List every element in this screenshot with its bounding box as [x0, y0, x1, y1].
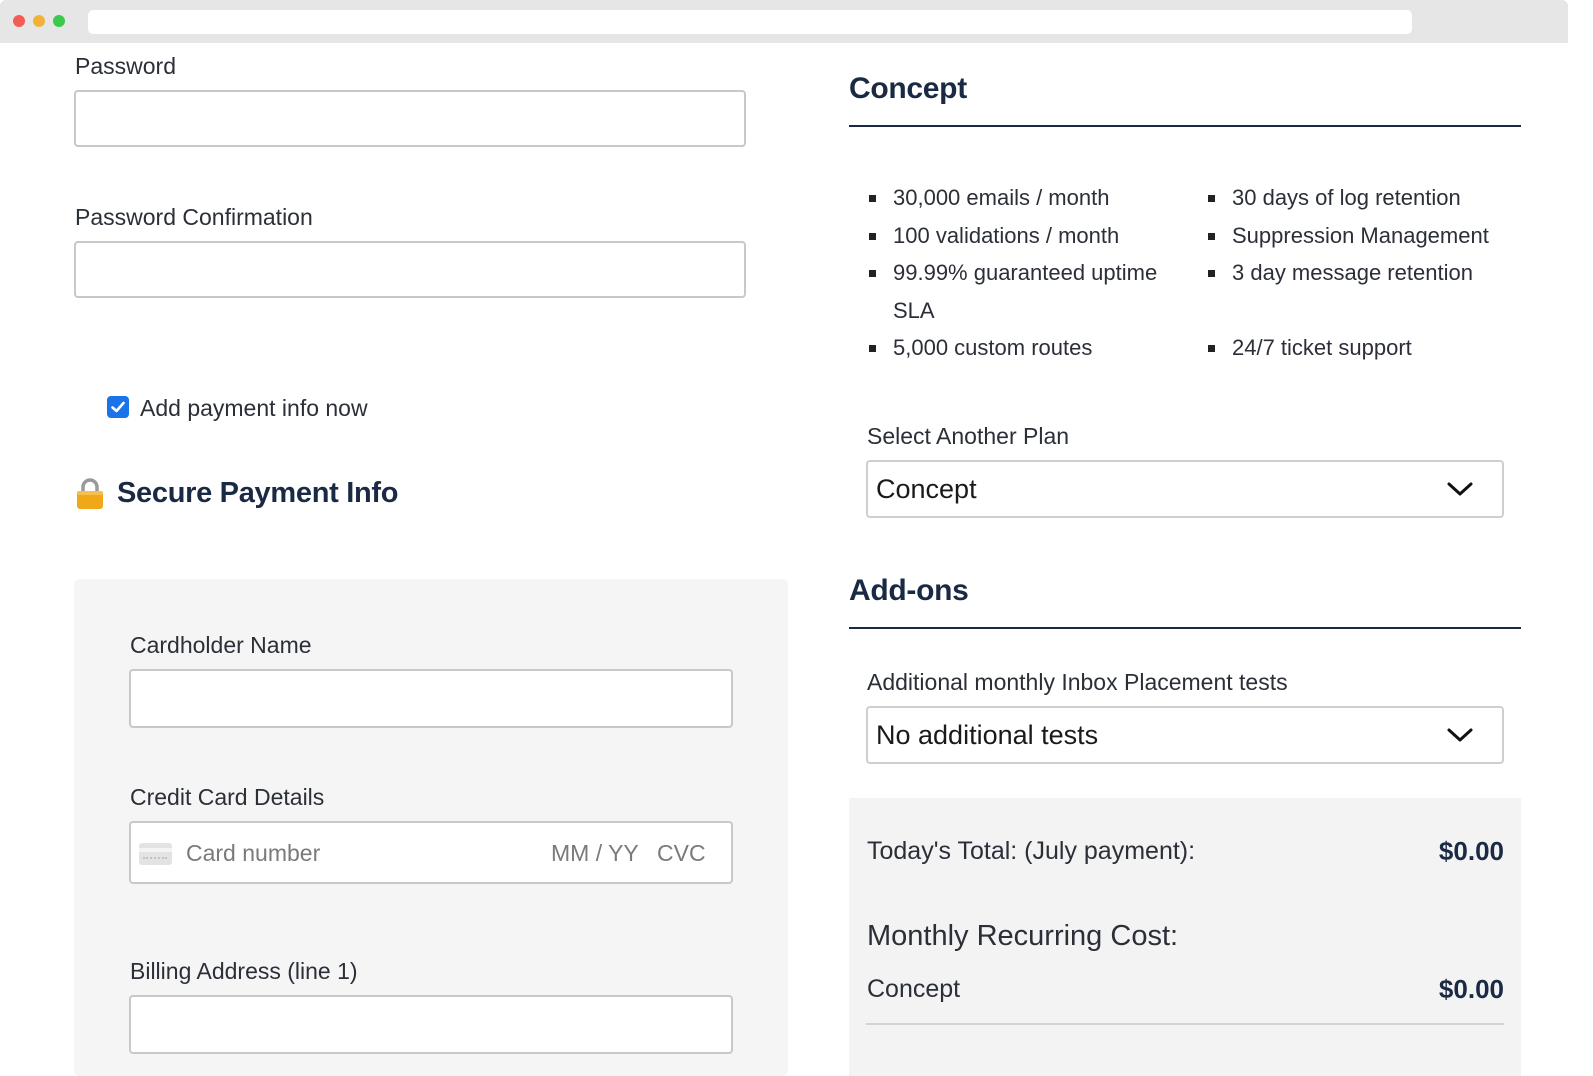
- feature-item: 30 days of log retention: [1208, 179, 1538, 217]
- addons-divider: [849, 627, 1521, 629]
- billing-address-input[interactable]: [129, 995, 733, 1054]
- credit-card-details-label: Credit Card Details: [130, 784, 325, 810]
- credit-card-icon: [139, 843, 172, 865]
- todays-total-amount: $0.00: [1438, 836, 1504, 866]
- checkmark-icon: [111, 401, 125, 413]
- plan-features-left: 30,000 emails / month 100 validations / …: [869, 179, 1179, 367]
- plan-title: Concept: [849, 72, 967, 105]
- feature-item: 3 day message retention: [1208, 254, 1538, 292]
- address-bar[interactable]: [88, 10, 1412, 34]
- close-window-button[interactable]: [13, 15, 25, 27]
- password-confirmation-label: Password Confirmation: [75, 204, 313, 230]
- monthly-recurring-label: Monthly Recurring Cost:: [867, 920, 1179, 952]
- secure-payment-title: Secure Payment Info: [117, 477, 399, 509]
- feature-item: 5,000 custom routes: [869, 329, 1179, 367]
- recurring-plan-name: Concept: [867, 975, 961, 1003]
- plan-select-value: Concept: [876, 474, 977, 504]
- todays-total-label: Today's Total: (July payment):: [867, 837, 1196, 865]
- billing-address-label: Billing Address (line 1): [130, 958, 358, 984]
- add-payment-checkbox[interactable]: [107, 396, 129, 418]
- feature-item: 24/7 ticket support: [1208, 329, 1538, 367]
- chevron-down-icon: [1447, 482, 1473, 496]
- add-payment-label[interactable]: Add payment info now: [140, 395, 368, 422]
- summary-divider: [866, 1023, 1504, 1025]
- maximize-window-button[interactable]: [53, 15, 65, 27]
- credit-card-input[interactable]: Card number MM / YY CVC: [129, 821, 733, 884]
- feature-item: 100 validations / month: [869, 217, 1179, 255]
- plan-select[interactable]: Concept: [866, 460, 1504, 518]
- cardholder-name-input[interactable]: [129, 669, 733, 728]
- feature-item: 99.99% guaranteed uptime SLA: [869, 254, 1179, 329]
- browser-toolbar: [0, 0, 1568, 43]
- plan-features-right: 30 days of log retention Suppression Man…: [1208, 179, 1538, 367]
- recurring-plan-amount: $0.00: [1438, 974, 1504, 1004]
- plan-divider: [849, 125, 1521, 127]
- inbox-tests-select[interactable]: No additional tests: [866, 706, 1504, 764]
- feature-item: 30,000 emails / month: [869, 179, 1179, 217]
- lock-icon: [76, 478, 104, 510]
- card-number-placeholder: Card number: [186, 840, 321, 866]
- password-input[interactable]: [74, 90, 746, 147]
- select-plan-label: Select Another Plan: [867, 423, 1070, 449]
- cvc-placeholder: CVC: [657, 840, 706, 866]
- inbox-tests-label: Additional monthly Inbox Placement tests: [867, 669, 1288, 695]
- addons-title: Add-ons: [849, 574, 969, 607]
- password-confirmation-input[interactable]: [74, 241, 746, 298]
- expiry-placeholder: MM / YY: [551, 840, 639, 866]
- password-label: Password: [75, 53, 176, 79]
- cardholder-name-label: Cardholder Name: [130, 632, 312, 658]
- feature-item: Suppression Management: [1208, 217, 1538, 255]
- inbox-tests-value: No additional tests: [876, 720, 1099, 750]
- chevron-down-icon: [1447, 728, 1473, 742]
- minimize-window-button[interactable]: [33, 15, 45, 27]
